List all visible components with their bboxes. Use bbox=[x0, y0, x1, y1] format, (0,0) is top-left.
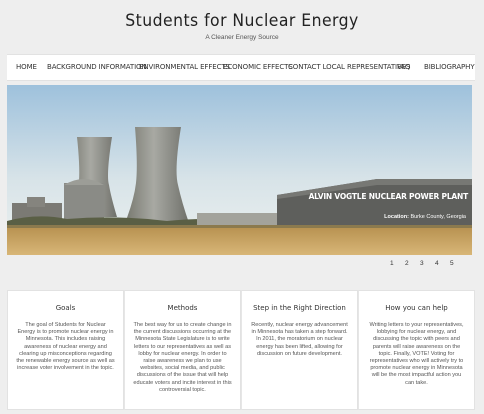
nav-item-economic-effects[interactable]: Economic Effects bbox=[223, 63, 293, 71]
card-how-you-can-help: How you can help Writing letters to your… bbox=[358, 290, 475, 410]
main-nav: Home Background Information Environmenta… bbox=[7, 54, 475, 81]
nav-item-background-information[interactable]: Background Information bbox=[47, 63, 147, 71]
card-title: How you can help bbox=[385, 304, 448, 312]
card-title: Step in the Right Direction bbox=[253, 304, 346, 312]
power-plant-photo bbox=[7, 85, 472, 255]
card-title: Goals bbox=[55, 304, 76, 312]
card-body: The best way for us to create change in … bbox=[133, 322, 232, 393]
location-label: Location: bbox=[384, 214, 409, 220]
slider-page-5[interactable]: 5 bbox=[450, 260, 465, 267]
nav-item-home[interactable]: Home bbox=[16, 63, 37, 71]
site-tagline: A Cleaner Energy Source bbox=[205, 34, 279, 41]
card-step-in-the-right-direction: Step in the Right Direction Recently, nu… bbox=[241, 290, 358, 410]
nav-item-faq[interactable]: FAQ bbox=[397, 63, 410, 71]
slider-page-4[interactable]: 4 bbox=[435, 260, 450, 267]
nav-item-contact-local-representatives[interactable]: Contact Local Representatives bbox=[288, 63, 410, 71]
slider-page-1[interactable]: 1 bbox=[390, 260, 405, 267]
slider-page-2[interactable]: 2 bbox=[405, 260, 420, 267]
card-title: Methods bbox=[167, 304, 198, 312]
card-body: Recently, nuclear energy advancement in … bbox=[251, 322, 348, 357]
nav-item-environmental-effects[interactable]: Environmental Effects bbox=[139, 63, 230, 71]
card-methods: Methods The best way for us to create ch… bbox=[124, 290, 241, 410]
location-value: Burke County, Georgia bbox=[410, 214, 466, 220]
site-title: Students for Nuclear Energy bbox=[125, 11, 359, 31]
slide-caption-title: ALVIN VOGTLE NUCLEAR POWER PLANT bbox=[308, 192, 469, 201]
nav-item-bibliography[interactable]: Bibliography bbox=[424, 63, 475, 71]
card-body: The goal of Students for Nuclear Energy … bbox=[16, 322, 115, 372]
card-body: Writing letters to your representatives,… bbox=[369, 322, 464, 386]
info-cards: Goals The goal of Students for Nuclear E… bbox=[7, 290, 475, 410]
card-goals: Goals The goal of Students for Nuclear E… bbox=[7, 290, 124, 410]
image-slider[interactable]: ALVIN VOGTLE NUCLEAR POWER PLANT Locatio… bbox=[7, 85, 472, 255]
slide-caption-location: Location: Burke County, Georgia bbox=[384, 214, 466, 220]
slider-pagination: 1 2 3 4 5 bbox=[390, 260, 465, 267]
slider-page-3[interactable]: 3 bbox=[420, 260, 435, 267]
